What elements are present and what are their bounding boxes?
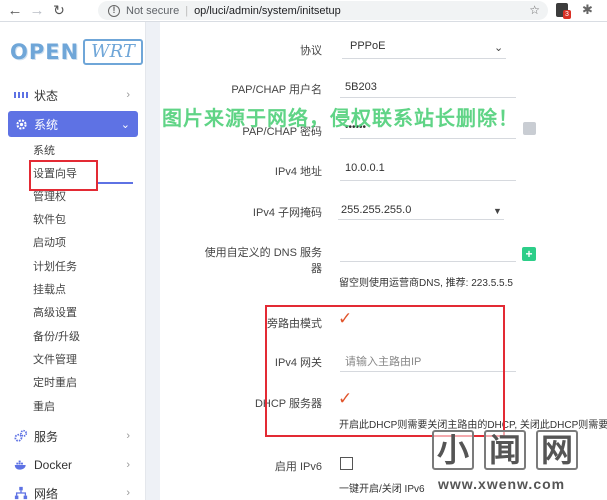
gear-icon	[14, 117, 28, 131]
logo-open-text: OPEN	[10, 40, 80, 64]
username-label: PAP/CHAP 用户名	[231, 84, 322, 96]
network-icon	[14, 486, 28, 500]
sidebar-item-label: 服务	[34, 429, 59, 444]
logo-wrt-text: WRT	[83, 39, 143, 65]
sidebar-item-label: 网络	[34, 486, 59, 500]
docker-icon	[14, 458, 28, 472]
site-watermark-logo: 小 闻 网	[432, 430, 578, 470]
watermark-url: www.xwenw.com	[438, 476, 566, 492]
openwrt-logo[interactable]: OPEN WRT	[10, 38, 143, 66]
ipv6-checkbox[interactable]	[340, 457, 353, 470]
sidebar-item-docker[interactable]: Docker ›	[8, 452, 138, 478]
forward-arrow-icon[interactable]: →	[26, 0, 48, 22]
chevron-right-icon: ›	[126, 430, 130, 442]
submenu-item[interactable]: 备份/升级	[33, 329, 80, 345]
submenu-item[interactable]: 重启	[33, 399, 55, 415]
protocol-label: 协议	[300, 45, 322, 57]
sidebar: OPEN WRT 状态 › 系统 ⌄ 系统 设置向导 管理权 软件包 启动项 计…	[0, 22, 146, 500]
protocol-underline	[342, 58, 506, 59]
chevron-right-icon: ›	[126, 459, 130, 471]
username-input[interactable]: 5B203	[345, 81, 377, 93]
show-password-icon[interactable]	[523, 122, 536, 135]
watermark-char: 闻	[484, 430, 526, 470]
sidebar-item-label: 系统	[34, 117, 59, 132]
watermark-text: 图片来源于网络，侵权联系站长删除！	[162, 108, 519, 130]
active-indicator	[97, 182, 133, 184]
sidebar-item-label: Docker	[34, 458, 73, 472]
netmask-label: IPv4 子网掩码	[252, 207, 322, 219]
url-divider: |	[185, 4, 189, 17]
password-underline	[340, 138, 516, 139]
back-arrow-icon[interactable]: ←	[4, 0, 26, 22]
sidebar-item-system[interactable]: 系统 ⌄	[8, 111, 138, 137]
watermark-char: 网	[536, 430, 578, 470]
dashboard-icon	[14, 88, 28, 102]
sidebar-item-services[interactable]: 服务 ›	[8, 423, 138, 449]
reload-icon[interactable]: ↻	[48, 0, 70, 22]
warning-icon: !	[108, 4, 120, 17]
browser-toolbar: ← → ↻ ! Not secure | op/luci/admin/syste…	[0, 0, 607, 22]
netmask-underline	[338, 219, 504, 220]
ipv6-hint: 一键开启/关闭 IPv6	[339, 484, 425, 495]
sidebar-item-label: 状态	[34, 88, 59, 103]
url-text: op/luci/admin/system/initsetup	[194, 4, 341, 17]
submenu-item[interactable]: 软件包	[33, 212, 66, 228]
netmask-select[interactable]: 255.255.255.0	[341, 204, 411, 216]
ipv4-underline	[340, 180, 516, 181]
dns-label: 使用自定义的 DNS 服务器	[204, 247, 322, 275]
protocol-select[interactable]: PPPoE	[350, 40, 385, 52]
submenu-item[interactable]: 系统	[33, 143, 55, 159]
puzzle-icon[interactable]: ✱	[582, 2, 593, 18]
bookmark-star-icon[interactable]: ☆	[529, 3, 540, 17]
submenu-item[interactable]: 管理权	[33, 189, 66, 205]
submenu-item[interactable]: 高级设置	[33, 305, 77, 321]
sidebar-item-network[interactable]: 网络 ›	[8, 480, 138, 500]
ipv4-label: IPv4 地址	[274, 166, 322, 178]
dns-hint: 留空则使用运营商DNS, 推荐: 223.5.5.5	[339, 278, 513, 289]
dropdown-caret-icon[interactable]: ▼	[493, 206, 502, 216]
highlight-box	[265, 305, 505, 437]
chevron-right-icon: ›	[126, 487, 130, 499]
submenu-item[interactable]: 定时重启	[33, 375, 77, 391]
address-bar[interactable]: ! Not secure | op/luci/admin/system/init…	[98, 1, 548, 20]
sidebar-item-status[interactable]: 状态 ›	[8, 82, 138, 108]
submenu-item[interactable]: 计划任务	[33, 259, 77, 275]
gears-icon	[14, 429, 28, 443]
ipv6-label: 启用 IPv6	[274, 461, 322, 473]
ipv4-input[interactable]: 10.0.0.1	[345, 162, 385, 174]
not-secure-label: Not secure	[126, 4, 180, 17]
submenu-item[interactable]: 挂载点	[33, 282, 66, 298]
submenu-item[interactable]: 文件管理	[33, 352, 77, 368]
extension-badge: 3	[563, 10, 571, 19]
watermark-char: 小	[432, 430, 474, 470]
highlight-box	[29, 160, 98, 191]
submenu-item[interactable]: 启动项	[33, 235, 66, 251]
chevron-down-icon: ⌄	[120, 118, 130, 131]
chevron-down-icon[interactable]: ⌄	[494, 41, 503, 54]
add-dns-button[interactable]: +	[522, 247, 536, 261]
username-underline	[340, 97, 516, 98]
chevron-right-icon: ›	[126, 89, 130, 101]
dns-underline	[340, 261, 516, 262]
